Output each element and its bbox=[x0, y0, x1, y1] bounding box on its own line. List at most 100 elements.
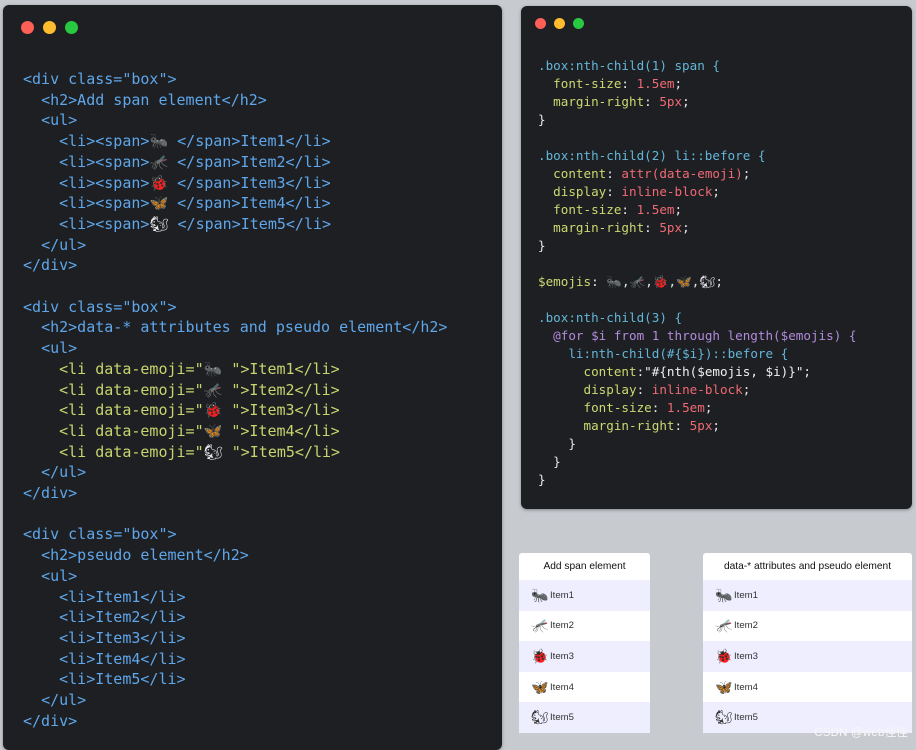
item-label: Item2 bbox=[734, 620, 758, 632]
butterfly-icon: 🦋 bbox=[149, 194, 169, 213]
squirrel-icon: 🐿 bbox=[531, 709, 549, 726]
css-value: inline-block bbox=[621, 184, 713, 199]
css-prop: font-size bbox=[583, 400, 652, 415]
demo-title: data-* attributes and pseudo element bbox=[723, 561, 892, 572]
window-controls bbox=[535, 18, 584, 29]
code-line: </span>Item4</li> bbox=[168, 194, 331, 213]
minimize-dot[interactable] bbox=[43, 21, 56, 34]
scss-variable: $emojis bbox=[538, 274, 592, 289]
code-line: <li>Item2</li> bbox=[59, 608, 186, 627]
item-label: Item1 bbox=[550, 589, 574, 601]
code-line: <ul> bbox=[41, 566, 78, 585]
code-line: <li><span> bbox=[59, 132, 150, 151]
code-line: <li data-emoji=" bbox=[59, 401, 204, 420]
squirrel-icon: 🐿 bbox=[149, 214, 169, 233]
code-line: <h2>pseudo element</h2> bbox=[41, 546, 249, 565]
css-value: "#{nth($emojis, $i)}" bbox=[644, 364, 804, 379]
css-brace: } bbox=[538, 112, 546, 127]
css-brace: } bbox=[568, 436, 576, 451]
code-line: </ul> bbox=[41, 235, 87, 254]
code-line: <li data-emoji=" bbox=[59, 442, 204, 461]
mosquito-icon: 🦟 bbox=[203, 380, 223, 399]
list-item: 🐿 Item5 bbox=[519, 702, 650, 733]
demo-span-element: Add span element 🐜 Item1 🦟 Item2 🐞 Item3 🦋 I… bbox=[519, 553, 650, 733]
window-controls bbox=[21, 21, 78, 34]
code-line: ">Item3</li> bbox=[222, 401, 340, 420]
css-code-block: .box:nth-child(1) span { font-size: 1.5e… bbox=[538, 58, 857, 487]
item-label: Item3 bbox=[734, 650, 758, 662]
code-line: ">Item4</li> bbox=[222, 421, 340, 440]
code-line: <ul> bbox=[41, 111, 78, 130]
css-selector: li:nth-child(#{$i})::before { bbox=[568, 346, 789, 361]
demo-list: 🐜 Item1 🦟 Item2 🐞 Item3 🦋 Item4 🐿 Item5 bbox=[703, 580, 912, 733]
code-line: <h2>data-* attributes and pseudo element… bbox=[41, 318, 448, 337]
maximize-dot[interactable] bbox=[65, 21, 78, 34]
ant-icon: 🐜 bbox=[203, 359, 223, 378]
css-value: 5px bbox=[689, 418, 713, 433]
code-line: <li><span> bbox=[59, 152, 150, 171]
code-line: </ul> bbox=[41, 463, 87, 482]
code-line: </span>Item5</li> bbox=[168, 214, 332, 233]
code-line: <li><span> bbox=[59, 214, 150, 233]
css-value: 1.5em bbox=[636, 76, 675, 91]
list-item: 🦋 Item4 bbox=[703, 672, 912, 703]
css-brace: } bbox=[538, 238, 546, 253]
code-line: ">Item2</li> bbox=[222, 380, 340, 399]
code-line: <li><span> bbox=[59, 194, 150, 213]
list-item: 🐞 Item3 bbox=[519, 641, 650, 672]
code-line: <div class="box"> bbox=[23, 297, 177, 316]
mosquito-icon: 🦟 bbox=[629, 274, 646, 289]
item-label: Item5 bbox=[550, 712, 574, 724]
code-line: </div> bbox=[23, 256, 78, 275]
css-brace: } bbox=[538, 472, 546, 487]
ladybug-icon: 🐞 bbox=[149, 173, 169, 192]
css-value: 5px bbox=[659, 94, 683, 109]
css-prop: margin-right bbox=[553, 220, 645, 235]
css-prop: margin-right bbox=[553, 94, 645, 109]
mosquito-icon: 🦟 bbox=[149, 152, 169, 171]
squirrel-icon: 🐿 bbox=[203, 442, 223, 461]
ant-icon: 🐜 bbox=[531, 586, 549, 603]
code-line: ">Item5</li> bbox=[222, 442, 341, 461]
code-line: <li>Item1</li> bbox=[59, 587, 186, 606]
css-selector: .box:nth-child(1) span { bbox=[538, 58, 720, 73]
css-prop: content bbox=[583, 364, 637, 379]
butterfly-icon: 🦋 bbox=[203, 421, 223, 440]
css-prop: display bbox=[553, 184, 607, 199]
butterfly-icon: 🦋 bbox=[715, 678, 733, 695]
demo-title: Add span element bbox=[543, 561, 626, 572]
list-item: 🐜 Item1 bbox=[519, 580, 650, 611]
css-value: 1.5em bbox=[636, 202, 675, 217]
butterfly-icon: 🦋 bbox=[676, 274, 692, 289]
close-dot[interactable] bbox=[535, 18, 546, 29]
code-line: ">Item1</li> bbox=[222, 359, 340, 378]
list-item: 🦋 Item4 bbox=[519, 672, 650, 703]
item-label: Item4 bbox=[734, 681, 758, 693]
code-line: </span>Item1</li> bbox=[168, 132, 331, 151]
squirrel-icon: 🐿 bbox=[715, 709, 733, 726]
item-label: Item1 bbox=[734, 589, 758, 601]
code-line: <li data-emoji=" bbox=[59, 421, 204, 440]
close-dot[interactable] bbox=[21, 21, 34, 34]
code-line: <li>Item3</li> bbox=[59, 628, 186, 647]
ladybug-icon: 🐞 bbox=[203, 401, 223, 420]
code-line: <li><span> bbox=[59, 173, 150, 192]
demo-list: 🐜 Item1 🦟 Item2 🐞 Item3 🦋 Item4 🐿 Item5 bbox=[519, 580, 650, 733]
mosquito-icon: 🦟 bbox=[715, 617, 733, 634]
demo-data-attributes: data-* attributes and pseudo element 🐜 It… bbox=[703, 553, 912, 733]
maximize-dot[interactable] bbox=[573, 18, 584, 29]
item-label: Item5 bbox=[734, 712, 758, 724]
code-line: </span>Item2</li> bbox=[168, 152, 331, 171]
css-value: inline-block bbox=[651, 382, 743, 397]
item-label: Item4 bbox=[550, 681, 574, 693]
code-line: <div class="box"> bbox=[23, 525, 177, 544]
item-label: Item3 bbox=[550, 650, 574, 662]
watermark: CSDN @web佳佳 bbox=[814, 727, 908, 739]
squirrel-icon: 🐿 bbox=[699, 274, 716, 289]
ant-icon: 🐜 bbox=[149, 132, 169, 151]
css-prop: content bbox=[553, 166, 607, 181]
css-selector: .box:nth-child(2) li::before { bbox=[538, 148, 766, 163]
css-value: 1.5em bbox=[666, 400, 705, 415]
css-prop: display bbox=[583, 382, 637, 397]
minimize-dot[interactable] bbox=[554, 18, 565, 29]
